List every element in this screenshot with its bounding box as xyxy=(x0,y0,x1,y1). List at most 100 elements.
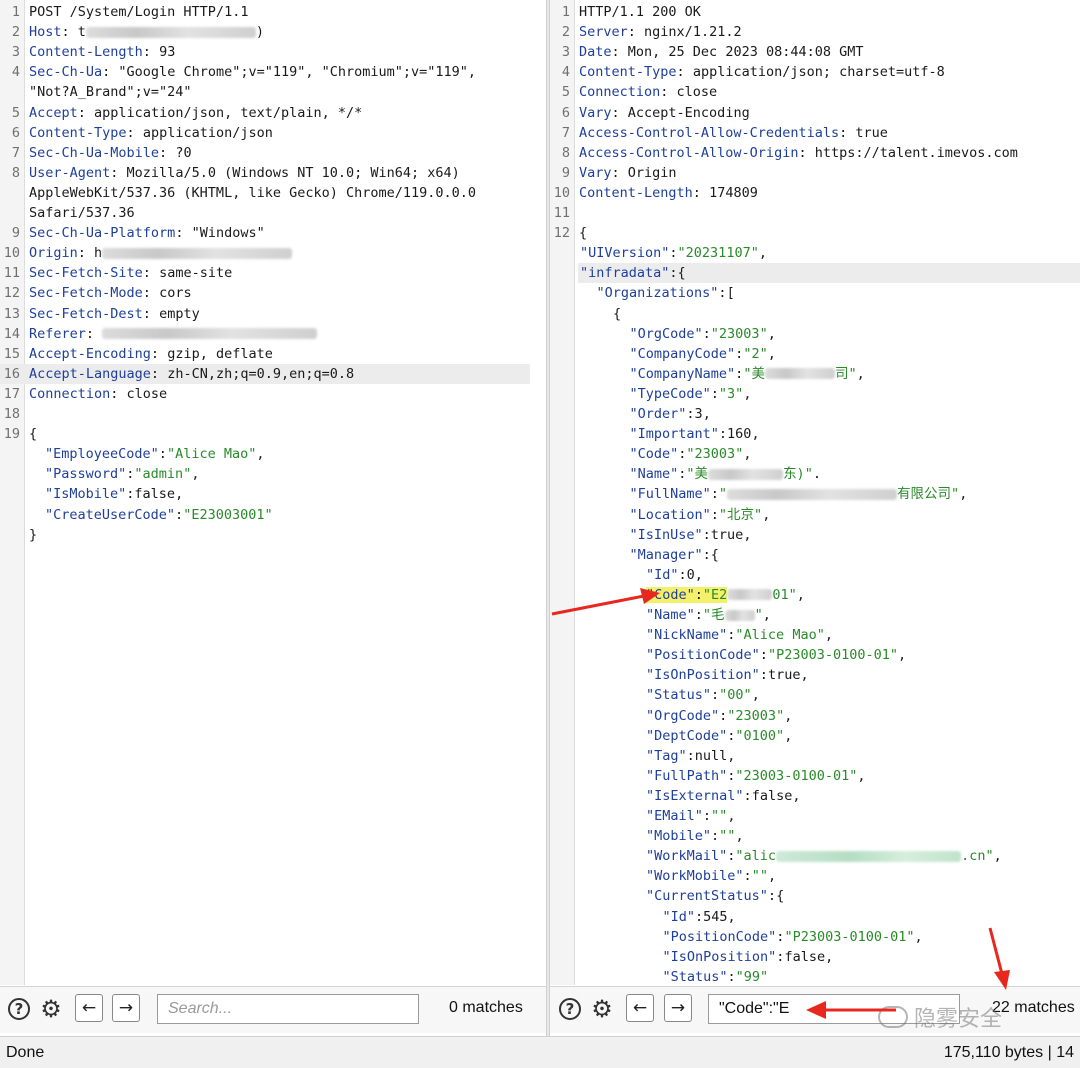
response-json-line[interactable]: "CompanyCode":"2", xyxy=(630,344,776,364)
response-json-line[interactable]: "IsOnPosition":false, xyxy=(663,947,834,967)
response-json-line[interactable]: "Status":"99" xyxy=(663,967,769,985)
gear-icon[interactable]: ⚙ xyxy=(37,995,65,1023)
header-sep: : xyxy=(77,245,95,262)
header-name: Sec-Fetch-Mode xyxy=(29,285,143,302)
response-json-line[interactable]: "DeptCode":"0100", xyxy=(646,726,792,746)
request-line[interactable]: 10 Origin: h xyxy=(0,243,530,263)
response-json-line[interactable]: "CurrentStatus":{ xyxy=(646,886,784,906)
json-key: "Organizations" xyxy=(596,285,719,302)
request-body-line[interactable]: "EmployeeCode":"Alice Mao", xyxy=(45,444,264,464)
response-json-line[interactable]: "Id":0, xyxy=(646,565,703,585)
json-comma: , xyxy=(751,687,760,704)
request-line[interactable]: 18 xyxy=(0,404,530,424)
request-line[interactable]: 14 Referer: xyxy=(0,324,530,344)
response-json-line[interactable]: "Organizations":[ xyxy=(597,283,735,303)
request-line[interactable]: 15 Accept-Encoding: gzip, deflate xyxy=(0,344,530,364)
response-json-line[interactable]: "WorkMobile":"", xyxy=(646,866,776,886)
json-value: "" xyxy=(751,868,768,885)
response-json-line[interactable]: "Important":160, xyxy=(630,424,760,444)
response-line[interactable]: 3 Date: Mon, 25 Dec 2023 08:44:08 GMT xyxy=(550,42,864,62)
response-line[interactable]: 11 xyxy=(550,203,579,223)
request-line[interactable]: 9 Sec-Ch-Ua-Platform: "Windows" xyxy=(0,223,530,243)
response-json-line[interactable]: "OrgCode":"23003", xyxy=(630,324,776,344)
response-json-line[interactable]: "Mobile":"", xyxy=(646,826,744,846)
request-line[interactable]: 2 Host: t) xyxy=(0,22,530,42)
request-line[interactable]: 6 Content-Type: application/json xyxy=(0,123,530,143)
header-sep: : xyxy=(175,225,192,242)
request-search-input[interactable]: Search... xyxy=(157,994,419,1024)
response-json-line[interactable]: "NickName":"Alice Mao", xyxy=(646,625,833,645)
request-line[interactable]: 7 Sec-Ch-Ua-Mobile: ?0 xyxy=(0,143,530,163)
request-line[interactable]: 3 Content-Length: 93 xyxy=(0,42,530,62)
response-json-line[interactable]: "OrgCode":"23003", xyxy=(646,706,792,726)
response-json-line[interactable]: { xyxy=(613,304,621,324)
response-line[interactable]: 9 Vary: Origin xyxy=(550,163,677,183)
request-body-line[interactable]: "Password":"admin", xyxy=(45,464,199,484)
request-line[interactable]: 19 { xyxy=(0,424,530,444)
search-prev-button[interactable]: ← xyxy=(626,994,654,1022)
search-next-button[interactable]: → xyxy=(664,994,692,1022)
request-line[interactable]: 12 Sec-Fetch-Mode: cors xyxy=(0,283,530,303)
response-json-line[interactable]: "Tag":null, xyxy=(646,746,735,766)
help-icon[interactable]: ? xyxy=(8,998,30,1020)
request-line[interactable]: 13 Sec-Fetch-Dest: empty xyxy=(0,304,530,324)
response-json-line[interactable]: "TypeCode":"3", xyxy=(630,384,752,404)
request-line[interactable]: 1 POST /System/Login HTTP/1.1 xyxy=(0,2,530,22)
search-next-button[interactable]: → xyxy=(112,994,140,1022)
request-line[interactable]: 17 Connection: close xyxy=(0,384,530,404)
response-line[interactable]: 12 { xyxy=(550,223,587,243)
response-json-line[interactable]: "PositionCode":"P23003-0100-01", xyxy=(646,645,906,665)
line-number: 13 xyxy=(3,305,20,322)
response-json-line[interactable]: "infradata":{ xyxy=(578,263,1080,284)
response-line[interactable]: 7 Access-Control-Allow-Credentials: true xyxy=(550,123,888,143)
response-json-line[interactable]: "EMail":"", xyxy=(646,806,735,826)
response-json-line[interactable]: "Id":545, xyxy=(663,907,736,927)
request-editor[interactable]: 1 POST /System/Login HTTP/1.1 2 Host: t) 3 Co… xyxy=(0,0,546,985)
response-json-line[interactable]: "Order":3, xyxy=(630,404,711,424)
response-json-line[interactable]: "CompanyName":"美 司", xyxy=(630,364,865,384)
response-json-line[interactable]: "Name":"美 东)". xyxy=(630,464,821,484)
request-line[interactable]: 5 Accept: application/json, text/plain, *… xyxy=(0,103,530,123)
request-body-line[interactable]: "CreateUserCode":"E23003001" xyxy=(45,505,273,525)
response-json-line[interactable]: "IsOnPosition":true, xyxy=(646,665,809,685)
header-sep: : xyxy=(692,184,710,201)
response-json-line[interactable]: "Code":"E2 01", xyxy=(646,585,805,605)
help-icon[interactable]: ? xyxy=(559,998,581,1020)
response-line[interactable]: 2 Server: nginx/1.21.2 xyxy=(550,22,742,42)
response-json-line[interactable]: "FullPath":"23003-0100-01", xyxy=(646,766,865,786)
request-line[interactable]: Safari/537.36 xyxy=(0,203,530,223)
response-line[interactable]: 8 Access-Control-Allow-Origin: https://ta… xyxy=(550,143,1018,163)
request-line[interactable]: 8 User-Agent: Mozilla/5.0 (Windows NT 10.… xyxy=(0,163,530,183)
json-key: "CreateUserCode" xyxy=(45,506,176,523)
response-json-line[interactable]: "Status":"00", xyxy=(646,685,760,705)
response-line[interactable]: 10 Content-Length: 174809 xyxy=(550,183,758,203)
request-line[interactable]: 4 Sec-Ch-Ua: "Google Chrome";v="119", "Ch… xyxy=(0,62,530,82)
request-line[interactable]: AppleWebKit/537.36 (KHTML, like Gecko) C… xyxy=(0,183,530,203)
header-value: cors xyxy=(159,285,192,302)
request-line[interactable]: 16 Accept-Language: zh-CN,zh;q=0.9,en;q=0… xyxy=(0,363,530,384)
response-json-line[interactable]: "IsInUse":true, xyxy=(630,525,752,545)
response-json-line[interactable]: "Code":"23003", xyxy=(630,444,752,464)
search-prev-button[interactable]: ← xyxy=(75,994,103,1022)
response-json-line[interactable]: "Name":"毛 ", xyxy=(646,605,771,625)
response-line[interactable]: 4 Content-Type: application/json; charset… xyxy=(550,62,945,82)
response-line[interactable]: 5 Connection: close xyxy=(550,82,717,102)
header-sep: : xyxy=(798,144,815,161)
request-body-line[interactable]: "IsMobile":false, xyxy=(45,484,183,504)
response-line[interactable]: 6 Vary: Accept-Encoding xyxy=(550,103,750,123)
header-value: "Not?A_Brand";v="24" xyxy=(29,84,192,101)
response-line[interactable]: 1 HTTP/1.1 200 OK xyxy=(550,2,701,22)
status-text: Done xyxy=(6,1044,45,1061)
response-json-line[interactable]: "Manager":{ xyxy=(630,545,719,565)
response-json-line[interactable]: "IsExternal":false, xyxy=(646,786,800,806)
response-json-line[interactable]: "WorkMail":"alic .cn", xyxy=(646,846,1002,866)
gear-icon[interactable]: ⚙ xyxy=(588,995,616,1023)
request-body-close[interactable]: } xyxy=(29,525,37,545)
response-json-line[interactable]: "UIVersion":"20231107", xyxy=(580,243,767,263)
response-editor[interactable]: 1 HTTP/1.1 200 OK 2 Server: nginx/1.21.2 3 Da… xyxy=(550,0,1080,985)
request-line[interactable]: "Not?A_Brand";v="24" xyxy=(0,82,530,102)
response-json-line[interactable]: "Location":"北京", xyxy=(630,505,771,525)
response-json-line[interactable]: "PositionCode":"P23003-0100-01", xyxy=(663,927,923,947)
response-json-line[interactable]: "FullName":" 有限公司", xyxy=(630,484,968,504)
request-line[interactable]: 11 Sec-Fetch-Site: same-site xyxy=(0,263,530,283)
